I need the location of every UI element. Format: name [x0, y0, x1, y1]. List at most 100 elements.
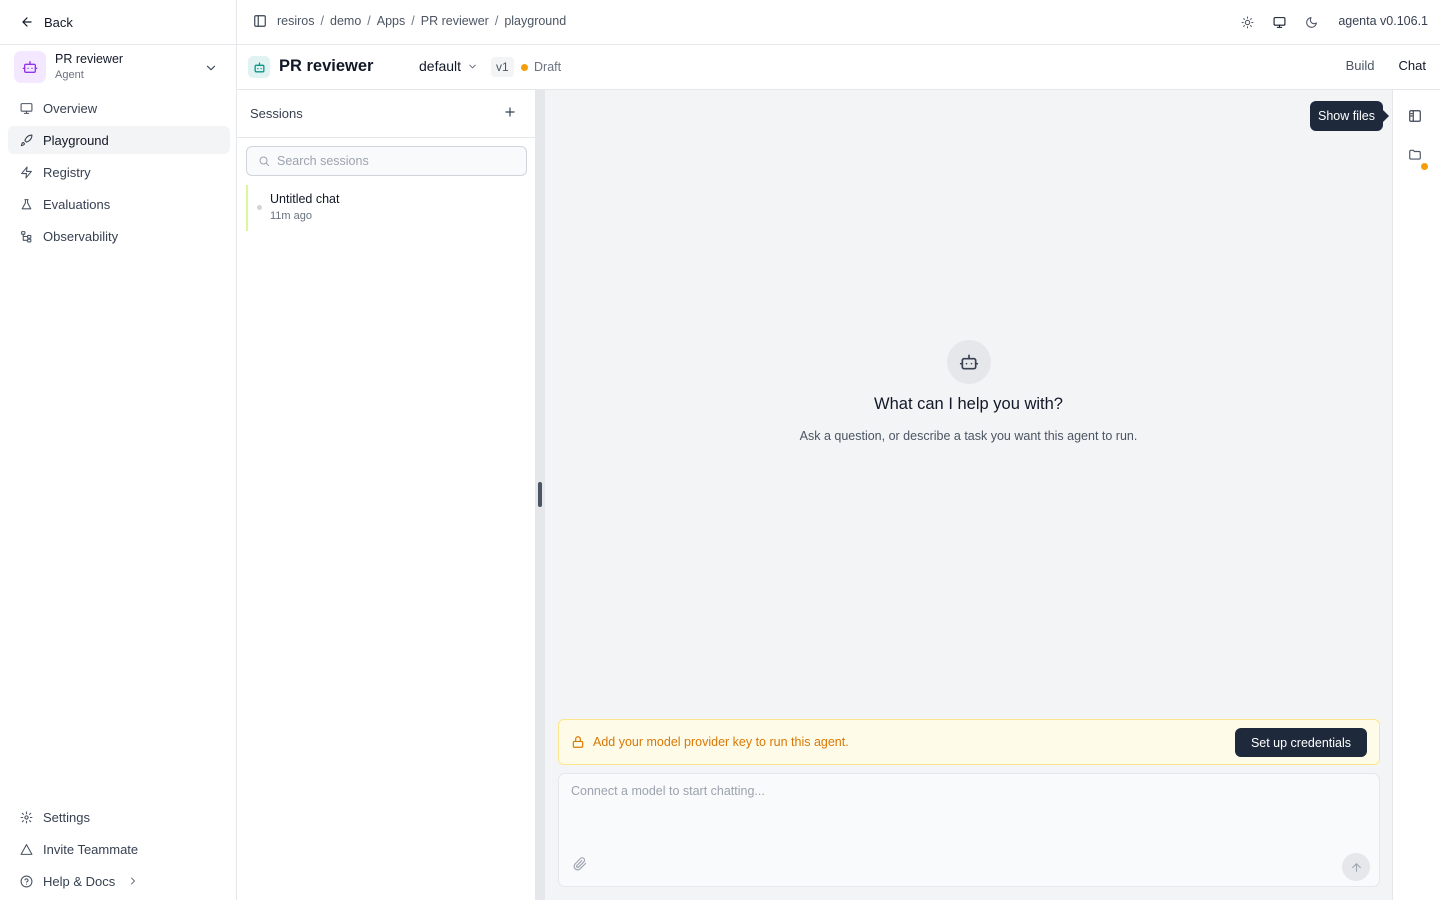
top-bar: resiros / demo / Apps / PR reviewer / pl… [237, 0, 1440, 45]
show-files-button[interactable] [1403, 104, 1427, 128]
moon-icon [1305, 16, 1317, 28]
gear-icon [20, 811, 33, 823]
breadcrumb-separator: / [411, 14, 415, 28]
sidebar-item-label: Observability [43, 228, 119, 244]
version-label: agenta v0.106.1 [1338, 14, 1428, 28]
folder-icon [1409, 149, 1421, 160]
robot-icon [254, 62, 264, 72]
sidebar-item-overview[interactable]: Overview [8, 94, 230, 122]
revision-badge: v1 [491, 57, 514, 77]
breadcrumb-separator: / [494, 14, 499, 28]
system-theme-button[interactable] [1269, 12, 1289, 32]
sidebar-item-observability[interactable]: Observability [8, 222, 230, 250]
app-avatar [14, 51, 46, 83]
sidebar-item-label: Registry [43, 164, 91, 180]
breadcrumb-item[interactable]: PR reviewer [421, 14, 489, 28]
back-label: Back [44, 14, 73, 30]
robot-icon [22, 61, 38, 73]
empty-state-avatar [947, 340, 991, 384]
breadcrumb: resiros / demo / Apps / PR reviewer / pl… [277, 14, 566, 28]
right-rail [1392, 90, 1440, 900]
send-button[interactable] [1342, 853, 1370, 881]
sidebar-item-settings[interactable]: Settings [8, 803, 230, 831]
sidebar-panel-icon [254, 15, 266, 27]
robot-icon [959, 354, 979, 370]
plus-icon [505, 107, 515, 117]
app-switcher[interactable]: PR reviewer Agent [14, 51, 226, 83]
help-icon [20, 875, 33, 887]
left-sidebar: Back PR reviewer Agent Overview Playgrou… [0, 0, 237, 900]
secondary-nav: Settings Invite Teammate Help & Docs [8, 803, 230, 899]
lightning-icon [21, 166, 32, 178]
session-search-input[interactable] [277, 154, 517, 168]
new-session-button[interactable] [503, 105, 517, 119]
session-title: Untitled chat [270, 192, 340, 206]
session-item[interactable]: Untitled chat 11m ago [246, 185, 527, 231]
variant-selector[interactable]: default [419, 58, 478, 74]
search-icon [259, 156, 269, 166]
paperclip-icon [573, 857, 587, 871]
sidebar-item-registry[interactable]: Registry [8, 158, 230, 186]
empty-state-subtitle: Ask a question, or describe a task you w… [799, 429, 1138, 443]
breadcrumb-item-current: playground [504, 14, 567, 28]
flask-icon [21, 198, 32, 209]
sidebar-item-label: Invite Teammate [43, 841, 139, 857]
breadcrumb-separator: / [320, 14, 324, 28]
breadcrumb-item[interactable]: demo [330, 14, 361, 28]
message-input[interactable] [571, 784, 1361, 844]
chevron-right-icon [131, 877, 136, 885]
chevron-down-icon [469, 64, 476, 68]
set-up-credentials-button[interactable]: Set up credentials [1234, 728, 1367, 757]
session-search-box [246, 146, 527, 176]
sidebar-item-label: Help & Docs [43, 873, 116, 889]
status-dot [521, 63, 528, 71]
rocket-icon [20, 134, 33, 146]
files-notification-dot [1421, 163, 1428, 170]
status-label: Draft [534, 60, 562, 74]
session-status-dot [257, 205, 262, 210]
breadcrumb-separator: / [367, 14, 371, 28]
sidebar-item-label: Settings [43, 809, 90, 825]
message-composer [558, 773, 1380, 887]
panel-icon [1409, 110, 1421, 122]
sidebar-item-evaluations[interactable]: Evaluations [8, 190, 230, 218]
triangle-icon [20, 843, 33, 855]
chat-area: What can I help you with? Ask a question… [545, 90, 1392, 900]
theme-switcher [1237, 12, 1321, 32]
sidebar-divider [0, 44, 237, 45]
arrow-left-icon [22, 17, 32, 27]
sidebar-item-playground[interactable]: Playground [8, 126, 230, 154]
tab-chat[interactable]: Chat [1399, 58, 1426, 73]
primary-nav: Overview Playground Registry Evaluations… [8, 94, 230, 254]
status-badge: Draft [521, 60, 561, 74]
sidebar-item-help-docs[interactable]: Help & Docs [8, 867, 230, 895]
attach-button[interactable] [573, 857, 587, 871]
sessions-title: Sessions [250, 106, 303, 121]
dark-theme-button[interactable] [1301, 12, 1321, 32]
breadcrumb-item[interactable]: resiros [277, 14, 315, 28]
show-files-tooltip: Show files [1310, 101, 1389, 131]
sidebar-item-label: Playground [43, 132, 109, 148]
panel-resize-handle[interactable] [538, 482, 542, 507]
agent-badge [248, 56, 270, 78]
sidebar-item-label: Evaluations [43, 196, 111, 212]
sessions-header: Sessions [237, 90, 536, 138]
lock-icon [572, 736, 584, 748]
sidebar-item-label: Overview [43, 100, 98, 116]
monitor-icon [20, 102, 33, 114]
banner-text: Add your model provider key to run this … [593, 735, 849, 749]
light-theme-button[interactable] [1237, 12, 1257, 32]
session-time: 11m ago [270, 210, 312, 222]
breadcrumb-item[interactable]: Apps [377, 14, 406, 28]
sidebar-toggle-button[interactable] [253, 14, 267, 28]
credentials-warning-banner: Add your model provider key to run this … [558, 719, 1380, 765]
arrow-up-icon [1351, 862, 1361, 872]
monitor-icon [1273, 16, 1285, 28]
sidebar-item-invite-teammate[interactable]: Invite Teammate [8, 835, 230, 863]
mode-tabs: Build Chat [1346, 58, 1426, 73]
chevron-down-icon [206, 65, 216, 71]
sessions-panel: Sessions Untitled chat 11m ago [237, 90, 536, 900]
back-button[interactable]: Back [20, 12, 73, 32]
tab-build[interactable]: Build [1346, 58, 1375, 73]
app-type: Agent [55, 69, 84, 81]
